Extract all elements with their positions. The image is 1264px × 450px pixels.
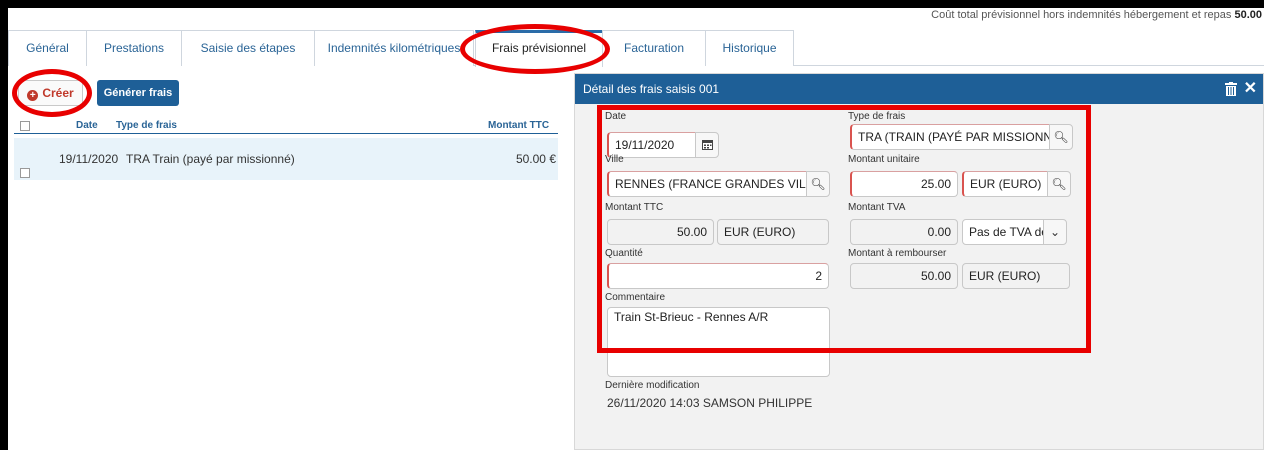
- quantite-field[interactable]: 2: [607, 263, 829, 289]
- chevron-down-icon: ⌄: [1049, 225, 1061, 239]
- row-checkbox[interactable]: [20, 168, 30, 178]
- montant-ttc-field: 50.00: [607, 219, 714, 245]
- app-window: Coût total prévisionnel hors indemnités …: [8, 8, 1264, 450]
- tab-frais-previsionnel[interactable]: Frais prévisionnel: [475, 30, 603, 67]
- row-type: TRA Train (payé par missionné): [126, 152, 295, 166]
- type-frais-search-button[interactable]: 🔍︎: [1049, 124, 1073, 150]
- trash-icon[interactable]: [1225, 82, 1237, 96]
- type-frais-label: Type de frais: [848, 111, 906, 122]
- total-cost-value: 50.00: [1234, 9, 1262, 21]
- create-button-label: Créer: [42, 86, 74, 100]
- type-frais-field[interactable]: TRA (TRAIN (PAYÉ PAR MISSIONNÉ)): [850, 124, 1050, 150]
- column-header-amount[interactable]: Montant TTC: [488, 120, 549, 131]
- search-icon: 🔍︎: [1053, 130, 1069, 144]
- row-amount: 50.00 €: [515, 152, 556, 166]
- tva-select-toggle[interactable]: ⌄: [1043, 219, 1067, 245]
- last-modified-label: Dernière modification: [605, 380, 700, 391]
- montant-rembourser-currency: EUR (EURO): [962, 263, 1070, 289]
- ville-search-button[interactable]: 🔍︎: [806, 171, 830, 197]
- ville-label: Ville: [605, 154, 624, 165]
- total-cost-info: Coût total prévisionnel hors indemnités …: [931, 8, 1262, 22]
- tab-saisie-etapes[interactable]: Saisie des étapes: [181, 30, 315, 66]
- currency-search-button[interactable]: 🔍︎: [1047, 171, 1071, 197]
- montant-unitaire-field[interactable]: 25.00: [850, 171, 958, 197]
- commentaire-textarea[interactable]: Train St-Brieuc - Rennes A/R: [607, 307, 830, 377]
- calendar-icon: [701, 140, 713, 150]
- tab-general[interactable]: Général: [8, 30, 87, 66]
- montant-rembourser-label: Montant à rembourser: [848, 248, 947, 259]
- quantite-label: Quantité: [605, 248, 643, 259]
- ville-field[interactable]: RENNES (FRANCE GRANDES VILLES: [607, 171, 807, 197]
- montant-ttc-label: Montant TTC: [605, 202, 664, 213]
- tab-bar: Général Prestations Saisie des étapes In…: [8, 30, 1264, 67]
- detail-panel-header: Détail des frais saisis 001 ✕: [575, 74, 1263, 104]
- row-date: 19/11/2020: [59, 152, 119, 166]
- total-cost-label: Coût total prévisionnel hors indemnités …: [931, 9, 1232, 21]
- close-icon[interactable]: ✕: [1244, 74, 1257, 104]
- tab-facturation[interactable]: Facturation: [602, 30, 706, 66]
- column-header-type[interactable]: Type de frais: [116, 120, 177, 131]
- tab-prestations[interactable]: Prestations: [86, 30, 182, 66]
- montant-ttc-currency: EUR (EURO): [717, 219, 829, 245]
- montant-tva-label: Montant TVA: [848, 202, 906, 213]
- search-icon: 🔍︎: [1051, 177, 1067, 191]
- tab-historique[interactable]: Historique: [705, 30, 794, 66]
- column-header-date[interactable]: Date: [76, 120, 98, 131]
- tva-select[interactable]: Pas de TVA de: [962, 219, 1044, 245]
- calendar-button[interactable]: [695, 132, 719, 158]
- create-button[interactable]: + Créer: [18, 80, 83, 106]
- search-icon: 🔍︎: [810, 177, 826, 191]
- last-modified-value: 26/11/2020 14:03 SAMSON PHILIPPE: [607, 396, 813, 410]
- montant-rembourser-field: 50.00: [850, 263, 958, 289]
- select-all-checkbox[interactable]: [20, 121, 30, 131]
- list-header: Date Type de frais Montant TTC: [14, 118, 558, 134]
- commentaire-label: Commentaire: [605, 292, 666, 303]
- montant-unitaire-currency[interactable]: EUR (EURO): [962, 171, 1048, 197]
- generate-fees-button[interactable]: Générer frais: [97, 80, 179, 106]
- detail-title: Détail des frais saisis 001: [583, 82, 720, 96]
- date-label: Date: [605, 111, 627, 122]
- plus-circle-icon: +: [27, 90, 39, 101]
- table-row[interactable]: 19/11/2020 TRA Train (payé par missionné…: [14, 138, 558, 180]
- montant-unitaire-label: Montant unitaire: [848, 154, 920, 165]
- tab-indemnites-km[interactable]: Indemnités kilométriques: [314, 30, 474, 66]
- montant-tva-field: 0.00: [850, 219, 958, 245]
